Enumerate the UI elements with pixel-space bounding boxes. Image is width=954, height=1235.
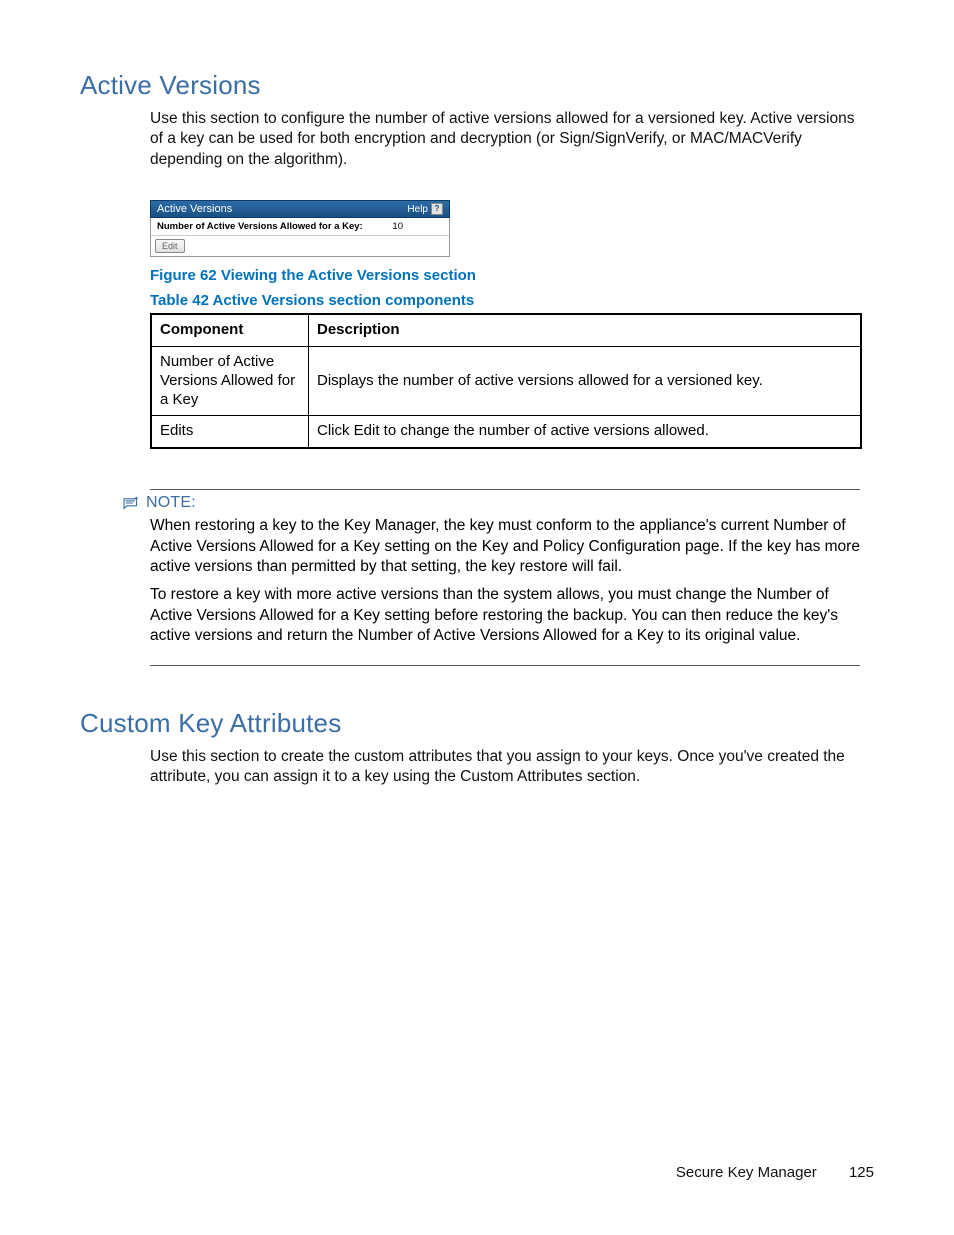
td-component: Edits xyxy=(151,416,309,448)
note-paragraph: When restoring a key to the Key Manager,… xyxy=(150,516,860,577)
components-table: Component Description Number of Active V… xyxy=(150,313,862,449)
figure-panel: Active Versions Help ? Number of Active … xyxy=(150,200,450,257)
td-component: Number of Active Versions Allowed for a … xyxy=(151,347,309,416)
panel-footer: Edit xyxy=(151,236,449,256)
figure-caption: Figure 62 Viewing the Active Versions se… xyxy=(150,267,874,284)
intro-active-versions: Use this section to configure the number… xyxy=(150,109,870,170)
page-footer: Secure Key Manager 125 xyxy=(676,1164,874,1181)
table-row: Edits Click Edit to change the number of… xyxy=(151,416,861,448)
th-description: Description xyxy=(309,314,862,346)
note-icon xyxy=(122,496,140,510)
footer-page-number: 125 xyxy=(849,1164,874,1181)
panel-help-label: Help xyxy=(407,204,428,215)
panel-setting-row: Number of Active Versions Allowed for a … xyxy=(151,218,449,236)
note-heading: NOTE: xyxy=(122,494,860,512)
footer-doc-title: Secure Key Manager xyxy=(676,1164,817,1181)
panel-title: Active Versions xyxy=(157,203,232,215)
th-component: Component xyxy=(151,314,309,346)
panel-help-link[interactable]: Help ? xyxy=(407,203,443,215)
panel-body: Number of Active Versions Allowed for a … xyxy=(150,218,450,257)
note-block: NOTE: When restoring a key to the Key Ma… xyxy=(150,489,860,666)
td-description: Displays the number of active versions a… xyxy=(309,347,862,416)
edit-button[interactable]: Edit xyxy=(155,239,185,253)
panel-titlebar: Active Versions Help ? xyxy=(150,200,450,218)
heading-custom-key-attributes: Custom Key Attributes xyxy=(80,708,874,739)
intro-custom-key-attributes: Use this section to create the custom at… xyxy=(150,747,870,788)
panel-setting-label: Number of Active Versions Allowed for a … xyxy=(157,221,392,232)
note-label: NOTE: xyxy=(146,494,196,512)
note-body: When restoring a key to the Key Manager,… xyxy=(150,516,860,647)
table-row: Number of Active Versions Allowed for a … xyxy=(151,347,861,416)
table-caption: Table 42 Active Versions section compone… xyxy=(150,292,874,309)
table-header-row: Component Description xyxy=(151,314,861,346)
heading-active-versions: Active Versions xyxy=(80,70,874,101)
td-description: Click Edit to change the number of activ… xyxy=(309,416,862,448)
help-icon: ? xyxy=(431,203,443,215)
panel-setting-value: 10 xyxy=(392,221,443,232)
note-paragraph: To restore a key with more active versio… xyxy=(150,585,860,646)
